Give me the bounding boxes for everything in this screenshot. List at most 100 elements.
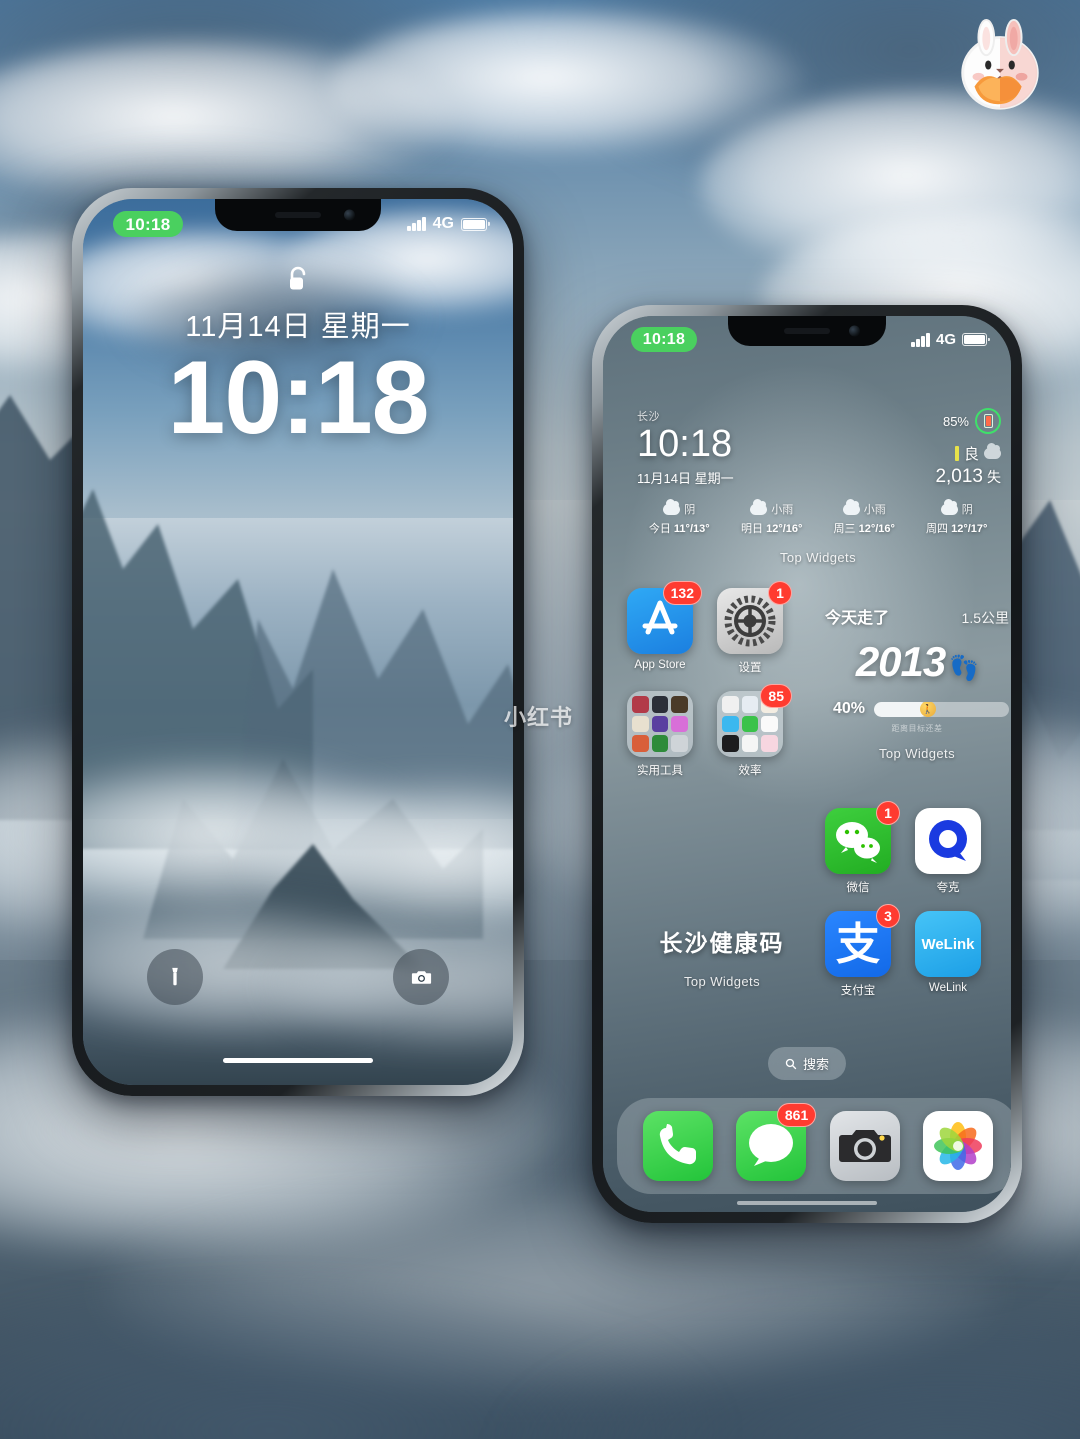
flashlight-icon: [172, 967, 178, 986]
forecast-condition: 阴: [961, 504, 973, 516]
app-label: 效率: [738, 765, 762, 777]
search-button[interactable]: 搜索: [767, 1047, 847, 1080]
app-label: 支付宝: [840, 985, 876, 997]
battery-icon: [962, 333, 987, 346]
dock-app-camera[interactable]: [829, 1111, 900, 1181]
app-icon-welink[interactable]: WeLink WeLink: [915, 911, 981, 998]
forecast-day: 周三: [833, 523, 856, 535]
dock-app-messages[interactable]: 861: [736, 1103, 817, 1181]
photos-icon: [923, 1111, 994, 1181]
app-label: 夸克: [936, 882, 960, 894]
aqi-cloud-icon: [984, 443, 1001, 459]
step-widget-note: 距离目标还差: [891, 724, 943, 733]
badge-count: 3: [876, 904, 900, 928]
phone-home-screen: 10:18 4G 长沙 10:18 11月14日 星期一 85% 良 2,013…: [592, 305, 1022, 1223]
widget-attribution-label: Top Widgets: [780, 550, 856, 565]
camera-button[interactable]: [393, 949, 449, 1005]
widget-steps-unit: 失: [987, 469, 1001, 485]
home-indicator[interactable]: [737, 1201, 877, 1205]
lock-time: 10:18: [167, 340, 430, 456]
step-progress: 40% 🚶: [825, 700, 1009, 718]
dock-app-phone[interactable]: [642, 1111, 713, 1181]
forecast-temp: 12°/17°: [951, 523, 988, 535]
widget-date: 11月14日 星期一: [637, 470, 734, 486]
rabbit-sticker: [961, 18, 1039, 110]
cloud-icon: [940, 498, 958, 515]
lock-screen-display[interactable]: 10:18 4G 11月14日 星期一 10:18: [83, 199, 513, 1085]
forecast-condition: 小雨: [771, 504, 794, 516]
badge-count: 861: [776, 1103, 817, 1127]
front-camera: [344, 209, 355, 221]
forecast-condition: 小雨: [863, 504, 886, 516]
widget-city: 长沙: [637, 411, 660, 423]
aqi-indicator-bar: [954, 446, 959, 461]
phone-lock-screen: 10:18 4G 11月14日 星期一 10:18: [72, 188, 524, 1096]
aqi-label: 良: [963, 446, 979, 463]
signal-bars-icon: [407, 217, 426, 231]
cloud-icon: [663, 498, 681, 515]
app-folder-utilities[interactable]: 实用工具: [627, 691, 693, 778]
health-code-widget[interactable]: 长沙健康码 Top Widgets: [627, 924, 817, 989]
app-icon-wechat[interactable]: 1 微信: [825, 801, 900, 895]
cloud-icon: [750, 498, 768, 515]
progress-track: 🚶: [874, 701, 1009, 717]
forecast-cell: 小雨 周三 12°/16°: [818, 498, 911, 536]
unlock-icon: [290, 266, 306, 290]
app-icon-app-store[interactable]: 132 App Store: [627, 581, 702, 675]
status-time: 10:18: [631, 327, 697, 352]
battery-ring-icon: [975, 408, 1001, 434]
app-label: 实用工具: [637, 765, 683, 777]
home-indicator[interactable]: [223, 1058, 373, 1063]
app-icon-quark[interactable]: 夸克: [915, 808, 981, 895]
phone-icon: [642, 1111, 713, 1181]
forecast-temp: 11°/13°: [673, 523, 710, 535]
welink-icon: WeLink: [915, 911, 981, 977]
search-icon: [785, 1058, 797, 1069]
badge-count: 85: [760, 684, 792, 708]
cloud-icon: [842, 498, 860, 515]
health-widget-title: 长沙健康码: [659, 930, 785, 956]
signal-bars-icon: [911, 332, 930, 347]
badge-count: 132: [662, 581, 702, 605]
forecast-day: 明日: [741, 523, 764, 535]
watermark: 小红书: [504, 705, 574, 730]
badge-count: 1: [768, 581, 792, 605]
widget-time: 10:18: [637, 423, 733, 465]
dock-app-photos[interactable]: [923, 1111, 994, 1181]
notch: [215, 199, 381, 231]
notch: [728, 316, 886, 346]
svg-text:支: 支: [836, 920, 880, 969]
info-widget[interactable]: 长沙 10:18 11月14日 星期一 85% 良 2,013 失 阴 今日 1…: [627, 408, 1009, 565]
home-screen-display[interactable]: 10:18 4G 长沙 10:18 11月14日 星期一 85% 良 2,013…: [603, 316, 1011, 1212]
app-grid-bottom: 1 微信 夸克 支 3 支付宝 WeLink WeLink: [825, 801, 1011, 1014]
app-folder-productivity[interactable]: 85 效率: [717, 684, 792, 778]
forecast-temp: 12°/16°: [858, 523, 895, 535]
app-label: 设置: [738, 662, 762, 674]
app-label: WeLink: [928, 982, 968, 994]
widget-attribution-label: Top Widgets: [879, 746, 955, 761]
network-type: 4G: [935, 331, 956, 348]
forecast-day: 今日: [648, 523, 671, 535]
app-icon-alipay[interactable]: 支 3 支付宝: [825, 904, 900, 998]
status-time: 10:18: [113, 211, 183, 237]
step-widget-distance: 1.5公里: [961, 610, 1009, 626]
weather-forecast-row: 阴 今日 11°/13° 小雨 明日 12°/16° 小雨 周三 12°/16°: [627, 498, 1009, 536]
folder-icon: [627, 691, 693, 757]
camera-app-icon: [829, 1111, 900, 1181]
forecast-day: 周四: [926, 523, 949, 535]
earpiece-speaker: [275, 212, 321, 218]
search-label: 搜索: [802, 1057, 830, 1072]
flashlight-button[interactable]: [147, 949, 203, 1005]
battery-icon: [461, 217, 487, 231]
app-icon-settings[interactable]: 1 设置: [717, 581, 792, 675]
forecast-cell: 小雨 明日 12°/16°: [726, 498, 819, 536]
widget-attribution-label: Top Widgets: [684, 974, 760, 989]
earpiece-speaker: [784, 328, 830, 334]
forecast-cell: 阴 今日 11°/13°: [633, 498, 726, 536]
quark-browser-icon: [915, 808, 981, 874]
forecast-temp: 12°/16°: [766, 523, 803, 535]
widget-battery-percent: 85%: [942, 413, 969, 429]
camera-icon: [411, 970, 431, 984]
badge-count: 1: [876, 801, 900, 825]
step-counter-widget[interactable]: 今天走了 1.5公里 2013 👣 40% 🚶 距离目标还差 Top Widget…: [825, 604, 1009, 761]
